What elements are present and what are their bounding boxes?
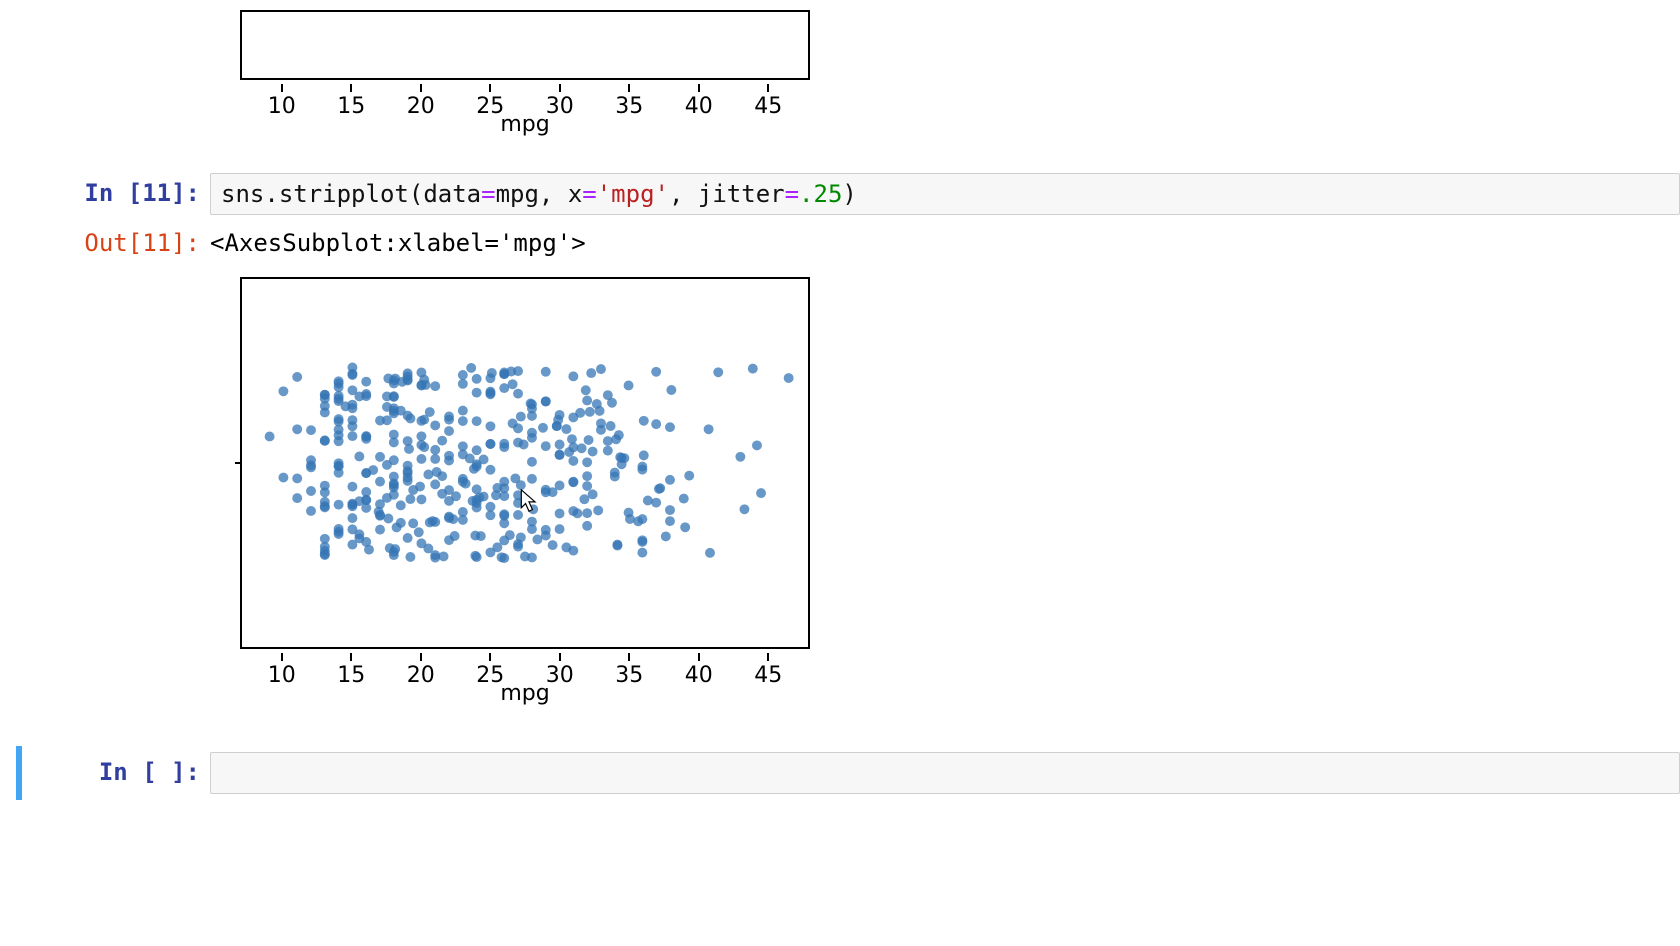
x-tick: 40 — [685, 84, 713, 119]
x-tick: 10 — [268, 84, 296, 119]
x-tick: 10 — [268, 653, 296, 688]
code-input-11[interactable]: sns.stripplot(data=mpg, x='mpg', jitter=… — [210, 173, 1680, 215]
prev-plot-frame — [240, 10, 810, 80]
output-figure-cell-11: 1015202530354045 mpg — [0, 267, 1680, 706]
x-tick: 30 — [546, 84, 574, 119]
prev-output-cell: 1015202530354045 mpg — [0, 0, 1680, 137]
out-prompt-11: Out[11]: — [0, 223, 210, 263]
x-tick: 20 — [407, 653, 435, 688]
x-tick: 20 — [407, 84, 435, 119]
main-plot-container: 1015202530354045 mpg — [210, 267, 1680, 706]
prev-plot-container: 1015202530354045 mpg — [210, 0, 1680, 137]
in-prompt-empty: In [ ]: — [16, 752, 210, 792]
prev-plot-xlabel: mpg — [240, 110, 810, 137]
x-tick: 35 — [615, 653, 643, 688]
main-plot-frame — [240, 277, 810, 649]
x-tick: 45 — [754, 84, 782, 119]
x-tick: 40 — [685, 653, 713, 688]
x-tick: 25 — [476, 653, 504, 688]
out-text-11: <AxesSubplot:xlabel='mpg'> — [210, 223, 1680, 263]
cell-selected-indicator — [16, 746, 22, 800]
y-center-tick — [235, 462, 242, 464]
stripplot-svg — [242, 279, 808, 647]
x-tick: 30 — [546, 653, 574, 688]
main-plot-x-ticks: 1015202530354045 — [240, 649, 810, 679]
prev-plot-x-ticks: 1015202530354045 — [240, 80, 810, 110]
x-tick: 25 — [476, 84, 504, 119]
in-prompt-11: In [11]: — [0, 173, 210, 213]
x-tick: 35 — [615, 84, 643, 119]
main-plot-xlabel: mpg — [240, 679, 810, 706]
output-text-cell-11: Out[11]: <AxesSubplot:xlabel='mpg'> — [0, 223, 1680, 263]
x-tick: 15 — [337, 653, 365, 688]
x-tick: 15 — [337, 84, 365, 119]
code-input-empty[interactable] — [210, 752, 1680, 794]
empty-code-cell[interactable]: In [ ]: — [0, 746, 1680, 800]
code-line: sns.stripplot(data=mpg, x='mpg', jitter=… — [221, 180, 857, 208]
code-cell-11: In [11]: sns.stripplot(data=mpg, x='mpg'… — [0, 173, 1680, 215]
x-tick: 45 — [754, 653, 782, 688]
